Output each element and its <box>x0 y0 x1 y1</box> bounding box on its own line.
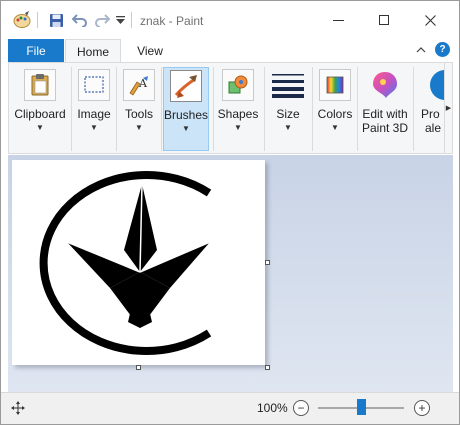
status-bar: 100% − + <box>1 392 459 424</box>
shapes-group[interactable]: Shapes ▼ <box>215 67 261 151</box>
paint-window: znak - Paint File Home View ? Clipboard … <box>0 0 460 425</box>
drawing-canvas[interactable] <box>12 160 265 365</box>
zoom-level: 100% <box>257 401 288 415</box>
tab-home[interactable]: Home <box>65 39 121 63</box>
edit-with-paint3d-label: Edit with Paint 3D <box>359 107 411 135</box>
customize-dropdown-icon[interactable] <box>113 10 127 30</box>
close-button[interactable] <box>407 1 453 39</box>
ribbon-separator <box>116 67 117 151</box>
chevron-right-icon: ▶ <box>445 105 452 112</box>
minus-icon: − <box>297 401 305 415</box>
brush-icon <box>170 70 202 102</box>
brushes-group[interactable]: Brushes ▼ <box>163 67 209 151</box>
image-group[interactable]: Image ▼ <box>73 67 115 151</box>
line-size-icon <box>272 69 304 101</box>
ribbon-tabs: File Home View ? <box>1 39 459 63</box>
maximize-button[interactable] <box>361 1 407 39</box>
clipboard-label: Clipboard <box>14 107 66 121</box>
tab-file[interactable]: File <box>8 39 64 62</box>
ribbon-scroll-right-button[interactable]: ▶ <box>444 63 452 153</box>
resize-handle-right[interactable] <box>265 260 270 265</box>
colors-group[interactable]: Colors ▼ <box>314 67 356 151</box>
brushes-label: Brushes <box>164 108 209 122</box>
close-icon <box>424 14 436 26</box>
chevron-down-icon: ▼ <box>90 123 98 132</box>
title-separator <box>35 10 39 30</box>
window-title: znak - Paint <box>140 14 204 28</box>
size-group[interactable]: Size ▼ <box>266 67 310 151</box>
chevron-down-icon: ▼ <box>234 123 242 132</box>
ribbon-separator <box>213 67 214 151</box>
minimize-icon <box>332 19 344 21</box>
tools-group[interactable]: A Tools ▼ <box>118 67 160 151</box>
help-button[interactable]: ? <box>435 42 450 57</box>
paint3d-icon <box>369 69 401 101</box>
maximize-icon <box>379 15 389 25</box>
resize-handle-bottom[interactable] <box>136 365 141 370</box>
ukraine-conformity-mark-image <box>39 171 212 355</box>
tab-view[interactable]: View <box>125 39 175 62</box>
image-label: Image <box>77 107 111 121</box>
chevron-down-icon: ▼ <box>36 123 44 132</box>
colors-label: Colors <box>317 107 353 121</box>
tools-label: Tools <box>124 107 153 121</box>
size-label: Size <box>276 107 300 121</box>
chevron-down-icon: ▼ <box>135 123 143 132</box>
clipboard-icon <box>24 69 56 101</box>
canvas-workspace[interactable] <box>8 155 453 392</box>
ribbon-separator <box>264 67 265 151</box>
ribbon-separator <box>413 67 414 151</box>
edit-with-paint3d-button[interactable]: Edit with Paint 3D <box>359 67 411 151</box>
shapes-icon <box>222 69 254 101</box>
ribbon-separator <box>312 67 313 151</box>
zoom-out-button[interactable]: − <box>293 400 309 416</box>
minimize-button[interactable] <box>315 1 361 39</box>
ribbon-separator <box>357 67 358 151</box>
redo-icon[interactable] <box>91 10 113 30</box>
tools-icon: A <box>123 69 155 101</box>
colors-icon <box>319 69 351 101</box>
move-icon <box>11 401 25 415</box>
chevron-down-icon: ▼ <box>331 123 339 132</box>
select-icon <box>78 69 110 101</box>
product-alert-label-line2: ale <box>425 121 442 135</box>
chevron-down-icon: ▼ <box>284 123 292 132</box>
shapes-label: Shapes <box>217 107 259 121</box>
zoom-slider-thumb[interactable] <box>357 399 366 415</box>
resize-handle-corner[interactable] <box>265 365 270 370</box>
chevron-down-icon: ▼ <box>182 124 190 133</box>
edit-with-label-line1: Edit with <box>362 107 408 121</box>
ribbon-separator <box>71 67 72 151</box>
paint-app-icon[interactable] <box>11 10 33 30</box>
product-alert-label-line1: Pro <box>421 107 440 121</box>
plus-icon: + <box>418 401 426 415</box>
chevron-up-icon <box>416 47 426 53</box>
clipboard-group[interactable]: Clipboard ▼ <box>12 67 68 151</box>
zoom-in-button[interactable]: + <box>414 400 430 416</box>
ribbon-separator <box>161 67 162 151</box>
collapse-ribbon-button[interactable] <box>413 42 429 58</box>
ribbon: Clipboard ▼ Image ▼ A Tools ▼ Brushes ▼ … <box>8 62 453 154</box>
title-separator-2 <box>129 10 133 30</box>
undo-icon[interactable] <box>69 10 91 30</box>
title-bar: znak - Paint <box>1 1 459 39</box>
save-icon[interactable] <box>45 10 67 30</box>
edit-with-label-line2: Paint 3D <box>361 121 409 135</box>
